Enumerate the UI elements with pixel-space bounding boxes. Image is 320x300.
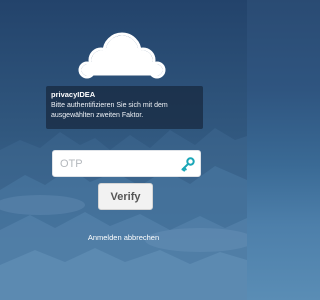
verify-button[interactable]: Verify bbox=[98, 183, 153, 210]
otp-input[interactable] bbox=[53, 151, 180, 176]
cloud-logo-icon bbox=[78, 32, 166, 79]
otp-field[interactable] bbox=[52, 150, 201, 177]
cancel-login-link[interactable]: Anmelden abbrechen bbox=[0, 233, 247, 242]
key-icon bbox=[181, 157, 195, 172]
info-message-box: privacyIDEA Bitte authentifizieren Sie s… bbox=[46, 86, 203, 129]
login-container: privacyIDEA Bitte authentifizieren Sie s… bbox=[0, 0, 247, 300]
info-title: privacyIDEA bbox=[51, 90, 96, 99]
info-message: Bitte authentifizieren Sie sich mit dem … bbox=[51, 102, 168, 119]
